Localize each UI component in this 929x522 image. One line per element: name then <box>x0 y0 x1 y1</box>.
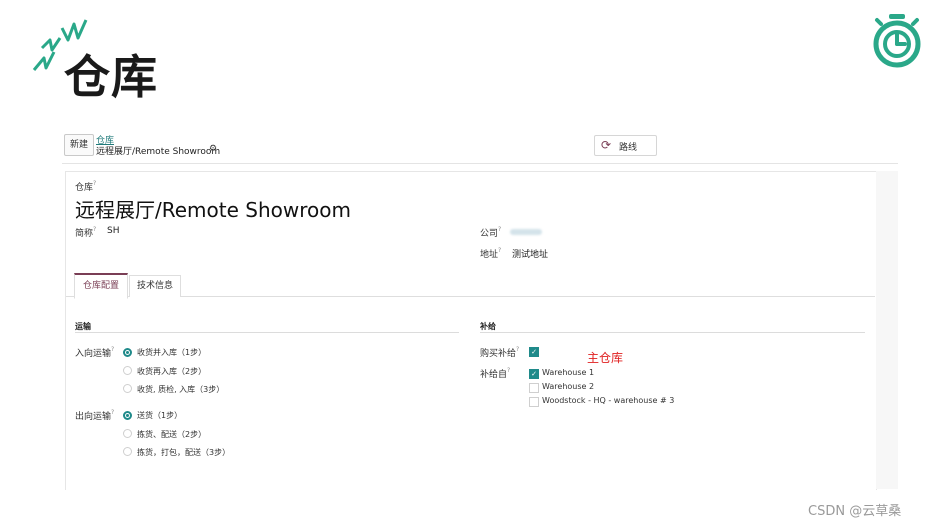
tab-technical-info[interactable]: 技术信息 <box>129 275 181 297</box>
incoming-2-step-radio[interactable] <box>123 366 132 375</box>
short-name-label: 简称? <box>75 226 97 239</box>
warehouse-3-label: Woodstock - HQ - warehouse # 3 <box>542 396 675 405</box>
outgoing-2-step-label: 拣货、配送（2步） <box>137 430 207 439</box>
incoming-shipments-label: 入向运输? <box>75 346 115 359</box>
incoming-3-step-label: 收货, 质检, 入库（3步） <box>137 385 225 394</box>
buy-to-resupply-checkbox[interactable]: ✓ <box>529 347 539 357</box>
shipping-section-title: 运输 <box>75 322 91 331</box>
warehouse-1-label: Warehouse 1 <box>542 368 595 377</box>
outgoing-3-step-label: 拣货，打包，配送（3步） <box>137 448 231 457</box>
refresh-icon: ⟳ <box>601 138 612 152</box>
warehouse-name-field[interactable]: 远程展厅/Remote Showroom <box>75 194 351 223</box>
outgoing-1-step-label: 送货（1步） <box>137 411 183 420</box>
incoming-1-step-radio[interactable] <box>123 348 132 357</box>
slide-title: 仓库 <box>64 50 158 104</box>
outgoing-2-step-radio[interactable] <box>123 429 132 438</box>
warehouse-1-checkbox[interactable]: ✓ <box>529 369 539 379</box>
routes-button[interactable]: ⟳ 路线 <box>594 135 657 156</box>
control-panel-divider <box>62 163 898 164</box>
incoming-3-step-radio[interactable] <box>123 384 132 393</box>
breadcrumb-current: 远程展厅/Remote Showroom <box>96 147 221 157</box>
tabs-divider <box>66 296 875 297</box>
csdn-watermark: CSDN @云草桑 <box>808 504 902 519</box>
tab-warehouse-config[interactable]: 仓库配置 <box>74 273 128 299</box>
resupply-section-divider <box>480 332 865 333</box>
address-label: 地址? <box>480 247 502 260</box>
stopwatch-icon <box>873 14 921 68</box>
form-sheet-margin <box>876 171 898 489</box>
address-field[interactable]: 测试地址 <box>512 247 548 260</box>
shipping-section-divider <box>75 332 459 333</box>
outgoing-3-step-radio[interactable] <box>123 447 132 456</box>
outgoing-shipments-label: 出向运输? <box>75 409 115 422</box>
buy-to-resupply-label: 购买补给? <box>480 346 520 359</box>
main-warehouse-annotation: 主仓库 <box>587 351 624 365</box>
warehouse-2-checkbox[interactable] <box>529 383 539 393</box>
new-button[interactable]: 新建 <box>64 134 94 156</box>
resupply-from-label: 补给自? <box>480 367 511 380</box>
resupply-section-title: 补给 <box>480 322 496 331</box>
warehouse-3-checkbox[interactable] <box>529 397 539 407</box>
incoming-2-step-label: 收货再入库（2步） <box>137 367 207 376</box>
company-label: 公司? <box>480 226 502 239</box>
routes-button-label: 路线 <box>619 143 638 153</box>
company-field-blurred[interactable] <box>510 229 542 235</box>
incoming-1-step-label: 收货并入库（1步） <box>137 348 207 357</box>
warehouse-2-label: Warehouse 2 <box>542 382 595 391</box>
short-name-field[interactable]: SH <box>107 226 119 236</box>
warehouse-field-label: 仓库? <box>75 180 97 193</box>
outgoing-1-step-radio[interactable] <box>123 411 132 420</box>
gear-icon[interactable]: ⚙ <box>209 144 217 154</box>
